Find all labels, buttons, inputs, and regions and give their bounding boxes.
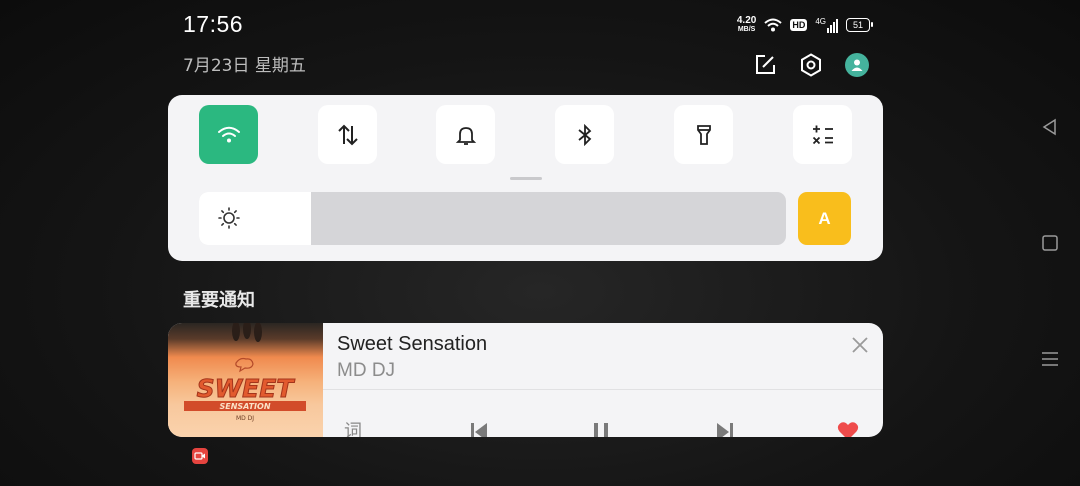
network-speed-unit: MB/S [737,26,756,33]
network-speed-value: 4.20 [736,15,757,26]
user-avatar-icon [845,53,869,77]
status-date: 7月23日 星期五 [183,56,306,76]
lyrics-button[interactable]: 词 [344,417,362,437]
pause-button[interactable] [591,421,611,437]
drag-handle[interactable] [510,177,542,180]
back-triangle-icon [1042,118,1056,136]
album-art-caption: MD DJ [236,415,254,422]
bluetooth-tile[interactable] [555,105,614,164]
network-speed: 4.20 MB/S [737,16,756,34]
bluetooth-icon [577,123,591,146]
flashlight-tile[interactable] [674,105,733,164]
media-notification[interactable]: SWEET SENSATION MD DJ Sweet Sensation MD… [168,323,883,437]
hd-icon: HD [790,19,808,31]
nav-menu-button[interactable] [1038,347,1062,371]
like-button[interactable] [837,421,859,437]
menu-lines-icon [1042,352,1058,366]
ring-tile[interactable] [436,105,495,164]
section-title: 重要通知 [183,290,255,311]
next-button[interactable] [714,421,736,437]
next-icon [717,423,733,437]
pause-icon [594,423,608,437]
close-button[interactable] [850,335,870,355]
lyrics-label: 词 [344,421,362,437]
settings-icon [801,53,821,77]
auto-brightness-button[interactable]: A [798,192,851,245]
user-button[interactable] [844,52,870,78]
close-icon [852,337,868,353]
album-art-subtitle: SENSATION [219,402,270,411]
flashlight-icon [696,124,711,145]
settings-button[interactable] [798,52,824,78]
brightness-icon [218,207,240,229]
brightness-slider-fill [199,192,311,245]
status-icons: 4.20 MB/S HD 4G 51 [737,14,873,36]
bell-icon [455,126,476,145]
screen-record-indicator[interactable] [192,448,208,464]
header-actions [752,52,870,78]
quick-settings-panel: A [168,95,883,261]
wifi-icon [764,18,782,32]
previous-button[interactable] [468,421,490,437]
nav-back-button[interactable] [1038,115,1062,139]
edit-button[interactable] [752,52,778,78]
edit-icon [756,55,775,74]
status-time: 17:56 [183,11,244,37]
wifi-icon [217,126,240,142]
album-art-title: SWEET [197,374,296,403]
artist-name: MD DJ [337,360,396,381]
wifi-tile[interactable] [199,105,258,164]
heart-icon [837,422,859,437]
signal-icon: 4G [815,17,838,33]
battery-icon: 51 [846,18,873,32]
mobile-data-tile[interactable] [318,105,377,164]
signal-label: 4G [815,17,826,26]
divider [323,389,883,390]
video-camera-icon [194,452,205,460]
album-art[interactable]: SWEET SENSATION MD DJ [168,323,323,437]
nav-home-button[interactable] [1038,231,1062,255]
previous-icon [471,423,487,437]
data-arrows-icon [337,124,358,145]
song-title: Sweet Sensation [337,333,488,355]
calculator-tile[interactable] [793,105,852,164]
media-controls: 词 [323,417,883,437]
brightness-slider[interactable] [199,192,786,245]
home-square-icon [1042,235,1058,251]
calculator-icon [812,125,833,144]
battery-level: 51 [852,20,863,30]
